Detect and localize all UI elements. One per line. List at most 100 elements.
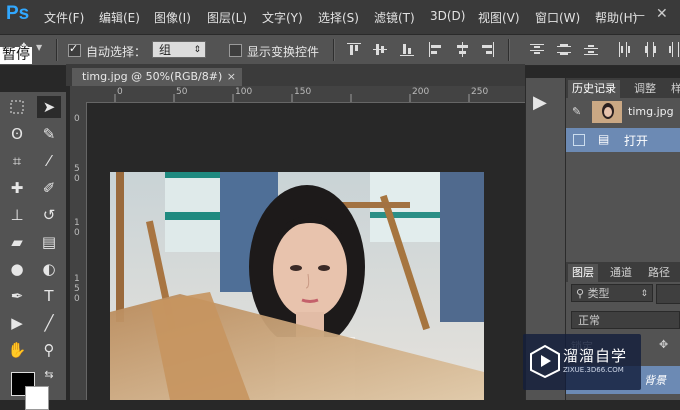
align-top-icon[interactable] (347, 42, 361, 57)
distribute-hcenter-icon[interactable] (643, 42, 657, 57)
distribute-right-icon[interactable] (666, 42, 680, 57)
history-brush-tool-icon[interactable]: ↺ (37, 204, 61, 226)
align-vcenter-icon[interactable] (373, 42, 387, 57)
ruler-tick: 250 (471, 87, 489, 97)
brush-tool-icon[interactable]: ✐ (37, 177, 61, 199)
layer-name: 背景 (644, 374, 666, 387)
ruler-origin[interactable] (70, 86, 86, 102)
distribute-bottom-icon[interactable] (584, 42, 598, 57)
menu-layer[interactable]: 图层(L) (207, 9, 247, 26)
menu-view[interactable]: 视图(V) (478, 9, 520, 26)
blur-tool-icon[interactable]: ● (5, 258, 29, 280)
separator (56, 39, 58, 61)
auto-select-checkbox[interactable] (68, 42, 81, 57)
align-bottom-icon[interactable] (400, 42, 414, 57)
history-snapshot[interactable]: ✎ timg.jpg (570, 100, 680, 126)
menu-window[interactable]: 窗口(W) (535, 9, 580, 26)
marquee-tool-icon[interactable] (5, 96, 29, 118)
clone-stamp-tool-icon[interactable]: ⊥ (5, 204, 29, 226)
hand-tool-icon[interactable]: ✋ (5, 339, 29, 361)
tab-channels[interactable]: 通道 (606, 264, 636, 282)
lasso-tool-icon[interactable]: ʘ (5, 123, 29, 145)
ruler-tick: 5 (74, 284, 80, 294)
horizontal-ruler[interactable]: 0 50 100 150 200 250 (86, 86, 525, 103)
move-tool-icon[interactable]: ➤ (37, 96, 61, 118)
show-transform-checkbox[interactable] (229, 44, 242, 57)
search-icon: ⚲ (576, 287, 588, 300)
separator (333, 39, 335, 61)
filter-icon-button[interactable] (656, 284, 680, 304)
eyedropper-tool-icon[interactable]: ⁄ (37, 150, 61, 172)
menu-file[interactable]: 文件(F) (44, 9, 84, 26)
auto-select-value: 组 (159, 43, 172, 57)
ruler-tick: 1 (74, 218, 80, 228)
distribute-left-icon[interactable] (617, 42, 631, 57)
menu-type[interactable]: 文字(Y) (262, 9, 303, 26)
quick-select-tool-icon[interactable]: ✎ (37, 123, 61, 145)
ruler-tick: 5 (74, 164, 80, 174)
separator (508, 39, 510, 61)
swap-colors-icon[interactable]: ⇆ (37, 364, 61, 386)
menu-3d[interactable]: 3D(D) (430, 9, 465, 23)
ruler-tick: 100 (235, 87, 253, 97)
auto-select-dropdown[interactable]: 组 ⇕ (152, 41, 206, 58)
gradient-tool-icon[interactable]: ▤ (37, 231, 61, 253)
snapshot-brush-icon: ✎ (572, 105, 582, 118)
auto-select-label: 自动选择： (86, 45, 147, 59)
tools-panel: ➤ ʘ ✎ ⌗ ⁄ ✚ ✐ ⊥ ↺ ▰ ▤ ● ◐ ✒ T ▶ ╱ ✋ ⚲ ⇆ (0, 92, 66, 400)
menu-image[interactable]: 图像(I) (154, 9, 191, 26)
play-action-icon[interactable]: ▶ (533, 92, 547, 113)
history-panel-tabs: 历史记录 调整 样 (566, 78, 680, 98)
snapshot-thumbnail (592, 101, 622, 123)
zoom-tool-icon[interactable]: ⚲ (37, 339, 61, 361)
distribute-vcenter-icon[interactable] (557, 42, 571, 57)
tab-layers[interactable]: 图层 (568, 264, 598, 282)
watermark-play-logo (530, 344, 560, 378)
align-hcenter-icon[interactable] (455, 42, 469, 57)
chevron-down-icon[interactable]: ▼ (36, 43, 42, 52)
show-transform-label: 显示变换控件 (247, 45, 320, 59)
blend-mode-value: 正常 (578, 314, 600, 327)
ruler-tick: 0 (117, 87, 123, 97)
healing-brush-tool-icon[interactable]: ✚ (5, 177, 29, 199)
blend-mode-dropdown[interactable]: 正常 (571, 311, 680, 329)
menu-filter[interactable]: 滤镜(T) (374, 9, 415, 26)
minimize-icon[interactable]: — (632, 8, 645, 23)
close-window-icon[interactable]: ✕ (656, 6, 668, 22)
tab-adjustments[interactable]: 调整 (630, 80, 660, 98)
tab-history[interactable]: 历史记录 (568, 80, 620, 98)
document-tab-title: timg.jpg @ 50%(RGB/8#) (82, 70, 223, 83)
menu-select[interactable]: 选择(S) (318, 9, 359, 26)
distribute-top-icon[interactable] (530, 42, 544, 57)
history-step[interactable]: ▤ 打开 (566, 128, 680, 152)
options-bar: ✥ ▼ 自动选择： 组 ⇕ 显示变换控件 (0, 34, 680, 66)
type-tool-icon[interactable]: T (37, 285, 61, 307)
eraser-tool-icon[interactable]: ▰ (5, 231, 29, 253)
vertical-ruler[interactable]: 0 5 0 1 0 1 5 0 (70, 102, 87, 400)
layer-kind-value: 类型 (587, 287, 610, 300)
tab-paths[interactable]: 路径 (644, 264, 674, 282)
crop-tool-icon[interactable]: ⌗ (5, 150, 29, 172)
dodge-tool-icon[interactable]: ◐ (37, 258, 61, 280)
menu-edit[interactable]: 编辑(E) (99, 9, 140, 26)
tab-styles[interactable]: 样 (667, 80, 680, 98)
background-color-swatch[interactable] (25, 386, 49, 410)
pause-label[interactable]: 暂停 (0, 47, 32, 64)
document-icon: ▤ (598, 132, 610, 146)
layer-kind-filter[interactable]: ⚲ 类型 ⇕ (571, 284, 653, 302)
ruler-tick: 1 (74, 274, 80, 284)
close-tab-icon[interactable]: × (227, 68, 236, 86)
align-left-icon[interactable] (428, 42, 442, 57)
watermark-subtitle: ZIXUE.3D66.COM (563, 366, 624, 374)
pen-tool-icon[interactable]: ✒ (5, 285, 29, 307)
history-step-checkbox[interactable] (573, 134, 585, 146)
line-tool-icon[interactable]: ╱ (37, 312, 61, 334)
document-tab[interactable]: timg.jpg @ 50%(RGB/8#) × (72, 68, 242, 86)
watermark-title: 溜溜自学 (563, 347, 628, 365)
path-select-tool-icon[interactable]: ▶ (5, 312, 29, 334)
document-photo[interactable] (110, 172, 484, 400)
ruler-tick: 200 (412, 87, 430, 97)
lock-position-icon[interactable]: ✥ (659, 338, 668, 351)
align-right-icon[interactable] (481, 42, 495, 57)
chevron-down-icon: ⇕ (640, 289, 648, 299)
